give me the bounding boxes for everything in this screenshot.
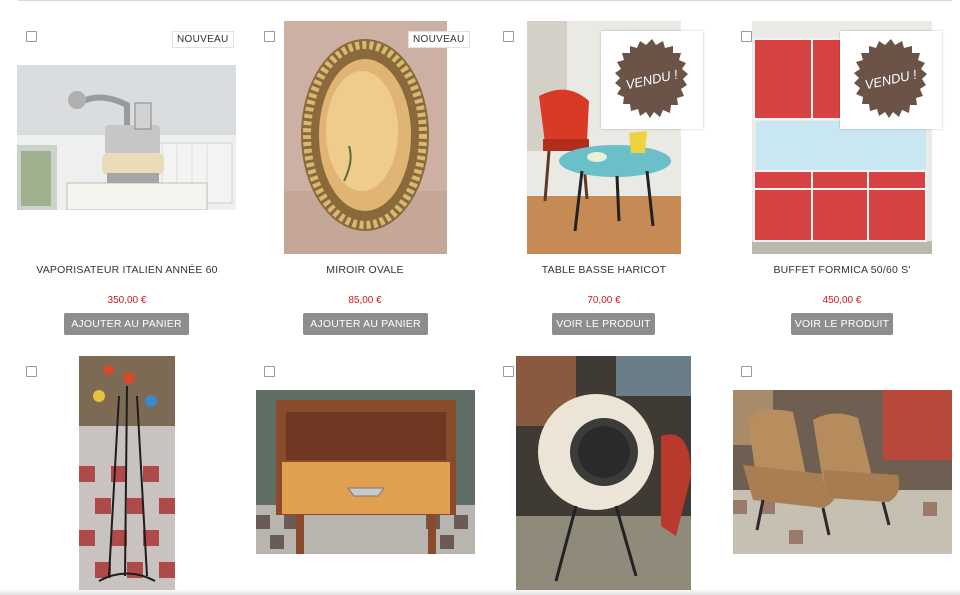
product-image-miroir[interactable] [284,21,447,254]
sold-label: VENDU ! [840,31,942,129]
product-card-1: NOUVEAU VAPORISATEUR ITALIEN ANNÉE 60 35… [12,0,242,340]
product-price: 450,00 € [822,295,862,306]
select-checkbox[interactable] [26,31,37,42]
product-card-4: VENDU ! BUFFET FORMICA 50/60 S' 450,00 €… [727,0,957,340]
add-to-cart-button[interactable]: AJOUTER AU PANIER [64,313,189,335]
product-price: 70,00 € [587,295,621,306]
product-title[interactable]: VAPORISATEUR ITALIEN ANNÉE 60 [12,264,242,276]
new-badge: NOUVEAU [408,31,470,48]
select-checkbox[interactable] [264,366,275,377]
view-product-button[interactable]: VOIR LE PRODUIT [791,313,893,335]
product-price: 350,00 € [107,295,147,306]
select-checkbox[interactable] [503,31,514,42]
product-image-vaporisateur[interactable] [17,65,236,210]
coat-rack-image[interactable] [79,356,175,590]
product-card-5 [12,345,242,595]
armchairs-image[interactable] [733,390,952,554]
select-checkbox[interactable] [741,31,752,42]
new-badge: NOUVEAU [172,31,234,48]
ball-speaker-image[interactable] [516,356,691,590]
select-checkbox[interactable] [741,366,752,377]
product-card-8 [727,345,957,595]
product-title[interactable]: BUFFET FORMICA 50/60 S' [727,264,957,276]
product-title[interactable]: MIROIR OVALE [250,264,480,276]
add-to-cart-button[interactable]: AJOUTER AU PANIER [303,313,428,335]
product-card-6 [250,345,480,595]
select-checkbox[interactable] [264,31,275,42]
bedside-table-image[interactable] [256,390,475,554]
product-price: 85,00 € [348,295,382,306]
select-checkbox[interactable] [26,366,37,377]
bottom-edge-shadow [0,589,960,595]
product-card-2: NOUVEAU MIROIR OVALE 85,00 € AJOUTER AU … [250,0,480,340]
sold-label: VENDU ! [601,31,703,129]
product-card-3: VENDU ! TABLE BASSE HARICOT 70,00 € VOIR… [489,0,719,340]
select-checkbox[interactable] [503,366,514,377]
view-product-button[interactable]: VOIR LE PRODUIT [552,313,655,335]
product-card-7 [489,345,719,595]
product-title[interactable]: TABLE BASSE HARICOT [489,264,719,276]
